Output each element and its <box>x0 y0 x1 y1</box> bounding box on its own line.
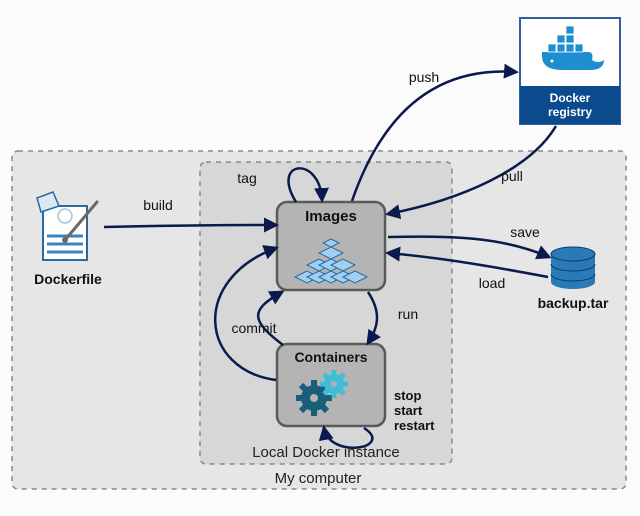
push-label: push <box>409 69 439 85</box>
containers-label: Containers <box>294 349 367 365</box>
backup-label: backup.tar <box>538 295 609 311</box>
images-node: Images <box>277 202 385 290</box>
commit-label: commit <box>231 320 276 336</box>
dockerfile-label: Dockerfile <box>34 271 102 287</box>
containers-node: Containers <box>277 344 385 426</box>
load-label: load <box>479 275 505 291</box>
start-label: start <box>394 403 423 418</box>
registry-label-2: registry <box>548 105 592 119</box>
tag-label: tag <box>237 170 256 186</box>
stop-label: stop <box>394 388 422 403</box>
registry-label-1: Docker <box>550 91 591 105</box>
docker-registry-node: Docker registry <box>520 18 620 124</box>
restart-label: restart <box>394 418 435 433</box>
images-label: Images <box>305 208 357 225</box>
save-label: save <box>510 224 540 240</box>
pull-label: pull <box>501 168 523 184</box>
backup-tar-node <box>551 247 595 289</box>
my-computer-label: My computer <box>275 470 362 487</box>
build-label: build <box>143 197 173 213</box>
run-label: run <box>398 306 418 322</box>
local-docker-label: Local Docker instance <box>252 444 400 461</box>
